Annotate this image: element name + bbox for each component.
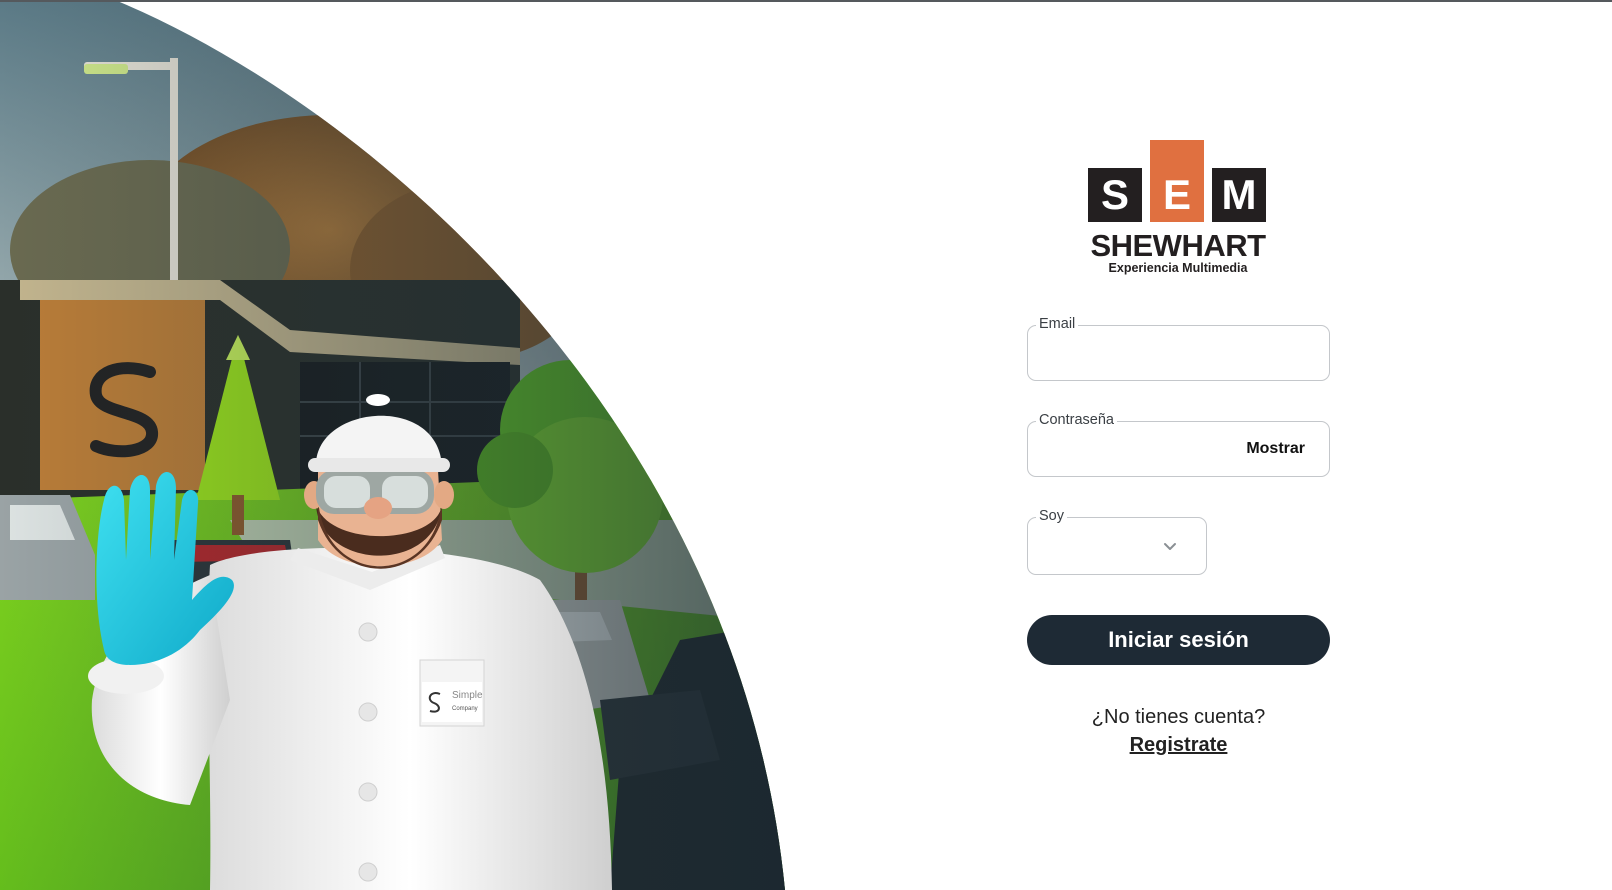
sem-shewhart-logo: S E M SHEWHART Experiencia Multimedia	[1088, 140, 1268, 278]
logo-tile-s: S	[1088, 168, 1142, 222]
chevron-down-icon[interactable]	[1162, 538, 1178, 554]
logo-tile-e: E	[1150, 140, 1204, 222]
password-field[interactable]: Contraseña Mostrar	[1027, 411, 1330, 477]
show-password-button[interactable]: Mostrar	[1246, 439, 1305, 459]
hero-illustration: Simple Company	[0, 0, 800, 890]
window-top-border	[0, 0, 1612, 2]
password-label: Contraseña	[1036, 411, 1117, 429]
email-field[interactable]: Email	[1027, 315, 1330, 381]
email-label: Email	[1036, 315, 1079, 333]
logo-tile-m: M	[1212, 168, 1266, 222]
badge-text-line-2: Company	[452, 706, 478, 712]
login-panel: S E M SHEWHART Experiencia Multimedia Em…	[1027, 0, 1330, 890]
register-link[interactable]: Registrate	[1027, 733, 1330, 757]
logo-wordmark: SHEWHART	[1090, 228, 1266, 263]
signup-question: ¿No tienes cuenta?	[1091, 706, 1266, 728]
logo-tagline: Experiencia Multimedia	[1108, 261, 1248, 275]
login-button[interactable]: Iniciar sesión	[1027, 615, 1330, 665]
role-select[interactable]: Soy	[1027, 507, 1207, 575]
badge-text-line-1: Simple	[452, 690, 483, 701]
role-label: Soy	[1036, 507, 1067, 525]
password-input[interactable]	[1040, 434, 1230, 464]
email-input[interactable]	[1040, 338, 1310, 368]
